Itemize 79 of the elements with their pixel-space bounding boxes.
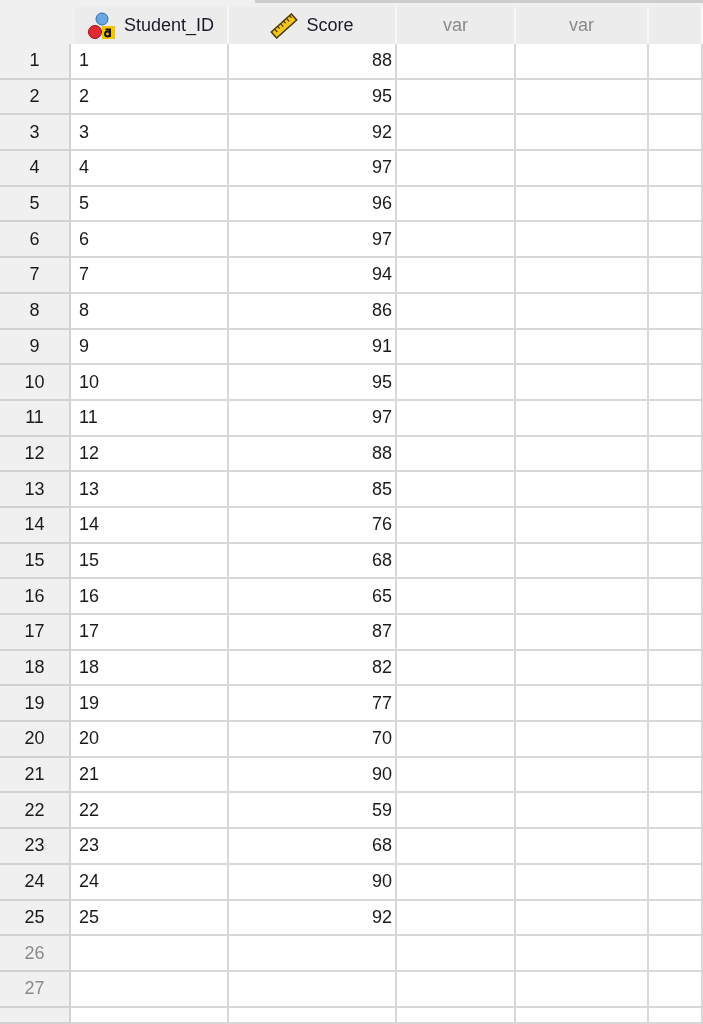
row-number[interactable]: 16 xyxy=(0,579,71,615)
table-cell: 90 xyxy=(229,864,397,901)
column-header[interactable]: Student_ID xyxy=(75,7,229,44)
table-cell: 14 xyxy=(71,507,229,544)
table-cell: 65 xyxy=(229,579,397,615)
table-cell: 76 xyxy=(229,507,397,544)
table-cell: 85 xyxy=(229,472,397,508)
table-cell: 15 xyxy=(71,543,229,580)
row-number[interactable]: 2 xyxy=(0,79,71,116)
row-number[interactable]: 23 xyxy=(0,829,71,865)
row-number[interactable]: 6 xyxy=(0,222,71,259)
table-cell: 2 xyxy=(71,79,229,116)
circles-letter-icon xyxy=(87,11,116,40)
table-cell: 6 xyxy=(71,222,229,259)
table-cell: 21 xyxy=(71,757,229,794)
table-cell: 7 xyxy=(71,258,229,294)
table-cell: 59 xyxy=(229,793,397,830)
table-cell: 86 xyxy=(229,293,397,330)
table-cell: 97 xyxy=(229,400,397,437)
table-cell: 96 xyxy=(229,186,397,223)
table-cell: 12 xyxy=(71,436,229,473)
table-cell: 13 xyxy=(71,472,229,508)
row-number[interactable]: 8 xyxy=(0,293,71,330)
table-cell: 87 xyxy=(229,615,397,651)
row-number[interactable]: 21 xyxy=(0,757,71,794)
row-number[interactable]: 7 xyxy=(0,258,71,294)
table-cell: 18 xyxy=(71,650,229,687)
row-number[interactable]: 1 xyxy=(0,44,71,80)
row-number[interactable]: 25 xyxy=(0,900,71,937)
table-cell: 94 xyxy=(229,258,397,294)
table-cell: 24 xyxy=(71,864,229,901)
table-cell: 92 xyxy=(229,115,397,152)
table-cell: 1 xyxy=(71,44,229,80)
table-cell: 10 xyxy=(71,365,229,401)
row-number[interactable]: 13 xyxy=(0,472,71,508)
row-number[interactable]: 18 xyxy=(0,650,71,687)
row-number[interactable]: 22 xyxy=(0,793,71,830)
table-cell: 16 xyxy=(71,579,229,615)
table-cell: 3 xyxy=(71,115,229,152)
table-cell: 25 xyxy=(71,900,229,937)
row-number[interactable]: 11 xyxy=(0,400,71,437)
column-header[interactable] xyxy=(649,7,703,44)
table-cell: 11 xyxy=(71,400,229,437)
table-cell: 97 xyxy=(229,151,397,187)
row-number[interactable]: 12 xyxy=(0,436,71,473)
table-cell: 17 xyxy=(71,615,229,651)
row-number[interactable]: 5 xyxy=(0,186,71,223)
table-cell: 92 xyxy=(229,900,397,937)
table-cell: 97 xyxy=(229,222,397,259)
row-number[interactable]: 17 xyxy=(0,615,71,651)
table-cell: 95 xyxy=(229,79,397,116)
row-number[interactable]: 14 xyxy=(0,507,71,544)
table-cell: 19 xyxy=(71,686,229,723)
row-number[interactable]: 9 xyxy=(0,329,71,366)
table-cell: 20 xyxy=(71,722,229,758)
row-number[interactable]: 24 xyxy=(0,864,71,901)
table-cell: 68 xyxy=(229,829,397,865)
row-number[interactable]: 19 xyxy=(0,686,71,723)
table-cell: 22 xyxy=(71,793,229,830)
table-cell: 91 xyxy=(229,329,397,366)
table-cell: 4 xyxy=(71,151,229,187)
table-cell: 90 xyxy=(229,757,397,794)
row-number[interactable]: 10 xyxy=(0,365,71,401)
table-cell: 70 xyxy=(229,722,397,758)
row-number[interactable]: 3 xyxy=(0,115,71,152)
table-cell: 82 xyxy=(229,650,397,687)
table-cell: 95 xyxy=(229,365,397,401)
table-cell: 9 xyxy=(71,329,229,366)
table-cell: 5 xyxy=(71,186,229,223)
row-number[interactable]: 20 xyxy=(0,722,71,758)
table-cell: 8 xyxy=(71,293,229,330)
table-cell: 77 xyxy=(229,686,397,723)
table-cell: 88 xyxy=(229,44,397,80)
table-cell: 88 xyxy=(229,436,397,473)
table-cell: 68 xyxy=(229,543,397,580)
table-cell: 23 xyxy=(71,829,229,865)
column-header[interactable]: Score xyxy=(229,7,397,44)
row-number[interactable]: 4 xyxy=(0,151,71,187)
row-number[interactable]: 15 xyxy=(0,543,71,580)
